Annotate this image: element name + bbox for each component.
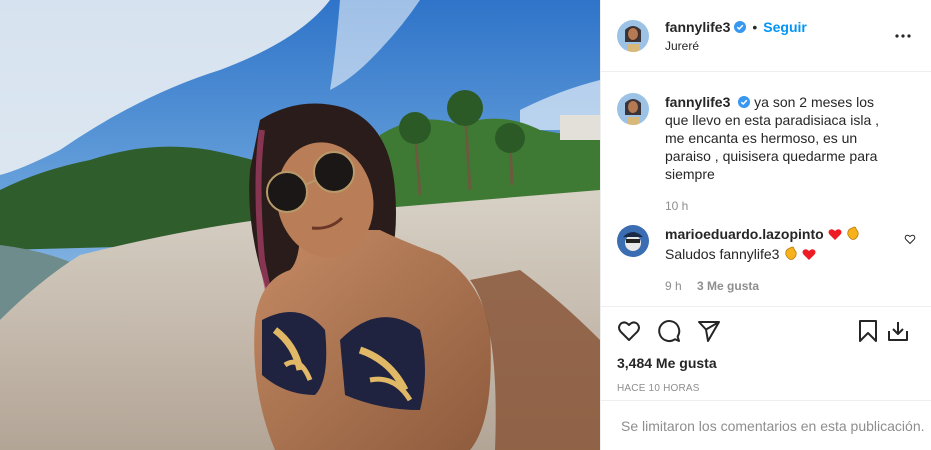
commenter-username[interactable]: marioeduardo.lazopinto xyxy=(665,226,824,242)
comment-text: Saludos fannylife3 xyxy=(665,246,780,262)
comments-section[interactable]: fannylife3 ya son 2 meses los que llevo … xyxy=(601,73,931,306)
separator-dot: • xyxy=(752,18,758,35)
download-icon[interactable] xyxy=(886,319,910,343)
comment-item: marioeduardo.lazopinto Saludos fannylife… xyxy=(617,225,916,295)
verified-badge-icon xyxy=(734,20,747,33)
instagram-post: fannylife3 • Seguir Jureré fannylife3 ya… xyxy=(0,0,931,450)
beach-selfie-image xyxy=(0,0,600,450)
post-actions: 3,484 Me gusta HACE 10 HORAS xyxy=(601,306,931,394)
comment-icon[interactable] xyxy=(657,319,681,343)
comment-like-heart-icon[interactable] xyxy=(904,233,916,245)
verified-badge-icon xyxy=(738,96,751,108)
bookmark-icon[interactable] xyxy=(856,319,880,343)
heart-emoji-icon xyxy=(802,247,816,265)
comment-likes[interactable]: 3 Me gusta xyxy=(697,279,759,293)
post-header: fannylife3 • Seguir Jureré xyxy=(601,0,931,72)
likes-count[interactable]: 3,484 Me gusta xyxy=(617,355,916,371)
comments-limited-notice: Se limitaron los comentarios en esta pub… xyxy=(601,400,931,450)
post-side-panel: fannylife3 • Seguir Jureré fannylife3 ya… xyxy=(600,0,931,450)
heart-emoji-icon xyxy=(828,227,842,245)
comment-time[interactable]: 9 h xyxy=(665,279,682,293)
caption-time[interactable]: 10 h xyxy=(665,199,688,213)
follow-button[interactable]: Seguir xyxy=(763,19,807,35)
share-icon[interactable] xyxy=(697,319,721,343)
caption-username[interactable]: fannylife3 xyxy=(665,94,730,110)
clapping-hands-emoji-icon xyxy=(783,246,798,265)
caption: fannylife3 ya son 2 meses los que llevo … xyxy=(617,93,916,215)
post-timestamp[interactable]: HACE 10 HORAS xyxy=(617,383,916,394)
caption-avatar[interactable] xyxy=(617,93,649,125)
clapping-hands-emoji-icon xyxy=(845,226,860,245)
post-location[interactable]: Jureré xyxy=(665,39,891,53)
heart-icon[interactable] xyxy=(617,319,641,343)
author-avatar[interactable] xyxy=(617,19,649,52)
author-username[interactable]: fannylife3 xyxy=(665,19,730,35)
more-options-icon[interactable] xyxy=(891,24,915,48)
commenter-avatar[interactable] xyxy=(617,225,649,257)
post-photo[interactable] xyxy=(0,0,600,450)
